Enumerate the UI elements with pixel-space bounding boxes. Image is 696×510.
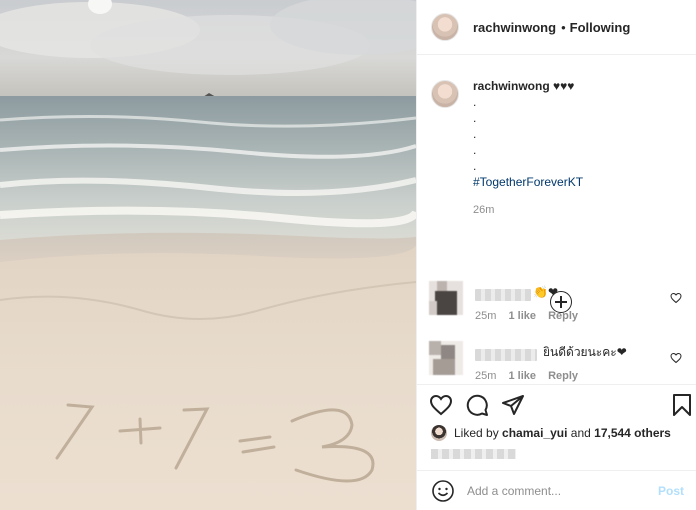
- caption-username[interactable]: rachwinwong: [473, 79, 550, 93]
- post-header: rachwinwong • Following: [417, 0, 696, 55]
- comment-meta: 25m 1 like Reply: [475, 310, 587, 322]
- post-date-redacted: [431, 449, 516, 459]
- commenter-avatar[interactable]: [429, 341, 463, 375]
- liked-by-prefix: Liked by: [454, 426, 499, 440]
- comments-section[interactable]: rachwinwong ♥♥♥ . . . . . #TogetherForev…: [417, 56, 696, 384]
- like-comment-heart-icon[interactable]: [670, 292, 682, 304]
- caption-timestamp: 26m: [473, 204, 495, 216]
- caption-hashtag[interactable]: #TogetherForeverKT: [473, 174, 583, 190]
- caption-dot: .: [473, 111, 477, 125]
- reply-button[interactable]: Reply: [548, 370, 578, 382]
- like-comment-heart-icon[interactable]: [670, 352, 682, 364]
- caption-dot: .: [473, 95, 477, 109]
- commenter-avatar[interactable]: [429, 281, 463, 315]
- following-button[interactable]: Following: [570, 20, 631, 35]
- comment-text: ยินดีด้วยนะคะ❤: [543, 345, 627, 359]
- reply-button[interactable]: Reply: [548, 310, 578, 322]
- comment-icon[interactable]: [465, 393, 489, 417]
- liked-by-and: and: [570, 426, 591, 440]
- share-icon[interactable]: [501, 393, 525, 417]
- comment-likes[interactable]: 1 like: [508, 310, 536, 322]
- author-username[interactable]: rachwinwong: [473, 20, 556, 35]
- save-bookmark-icon[interactable]: [670, 393, 694, 417]
- separator-dot: •: [561, 19, 566, 35]
- author-avatar[interactable]: [431, 13, 459, 41]
- post-actions: Liked by chamai_yui and 17,544 others: [417, 384, 696, 470]
- caption: rachwinwong ♥♥♥ . . . . . #TogetherForev…: [417, 56, 696, 218]
- liker-username[interactable]: chamai_yui: [502, 426, 567, 440]
- post-sidebar: rachwinwong • Following rachwinwong ♥♥♥ …: [416, 0, 696, 510]
- like-heart-icon[interactable]: [429, 393, 453, 417]
- beach-photo: [0, 0, 416, 510]
- liked-by: Liked by chamai_yui and 17,544 others: [431, 425, 671, 441]
- caption-dot: .: [473, 127, 477, 141]
- comment-meta: 25m 1 like Reply: [475, 370, 587, 382]
- caption-avatar[interactable]: [431, 80, 459, 108]
- comment-username-redacted[interactable]: [475, 349, 537, 361]
- post-comment-button[interactable]: Post: [658, 484, 684, 498]
- comment-username-redacted[interactable]: [475, 289, 531, 301]
- post-photo: [0, 0, 416, 510]
- caption-dot: .: [473, 159, 477, 173]
- comment-item: 👏❤ 25m 1 like Reply: [429, 281, 684, 329]
- caption-text: ♥♥♥: [553, 79, 575, 93]
- comment-text: 👏❤: [533, 285, 558, 299]
- comment-timestamp: 25m: [475, 310, 497, 322]
- comment-timestamp: 25m: [475, 370, 497, 382]
- comment-likes[interactable]: 1 like: [508, 370, 536, 382]
- emoji-icon[interactable]: [431, 479, 455, 503]
- caption-dot: .: [473, 143, 477, 157]
- add-comment-bar: Post: [417, 470, 696, 510]
- comment-item: ยินดีด้วยนะคะ❤ 25m 1 like Reply: [429, 341, 684, 384]
- comment-input[interactable]: [467, 483, 658, 498]
- likes-count[interactable]: 17,544 others: [594, 426, 671, 440]
- liker-avatar[interactable]: [431, 425, 447, 441]
